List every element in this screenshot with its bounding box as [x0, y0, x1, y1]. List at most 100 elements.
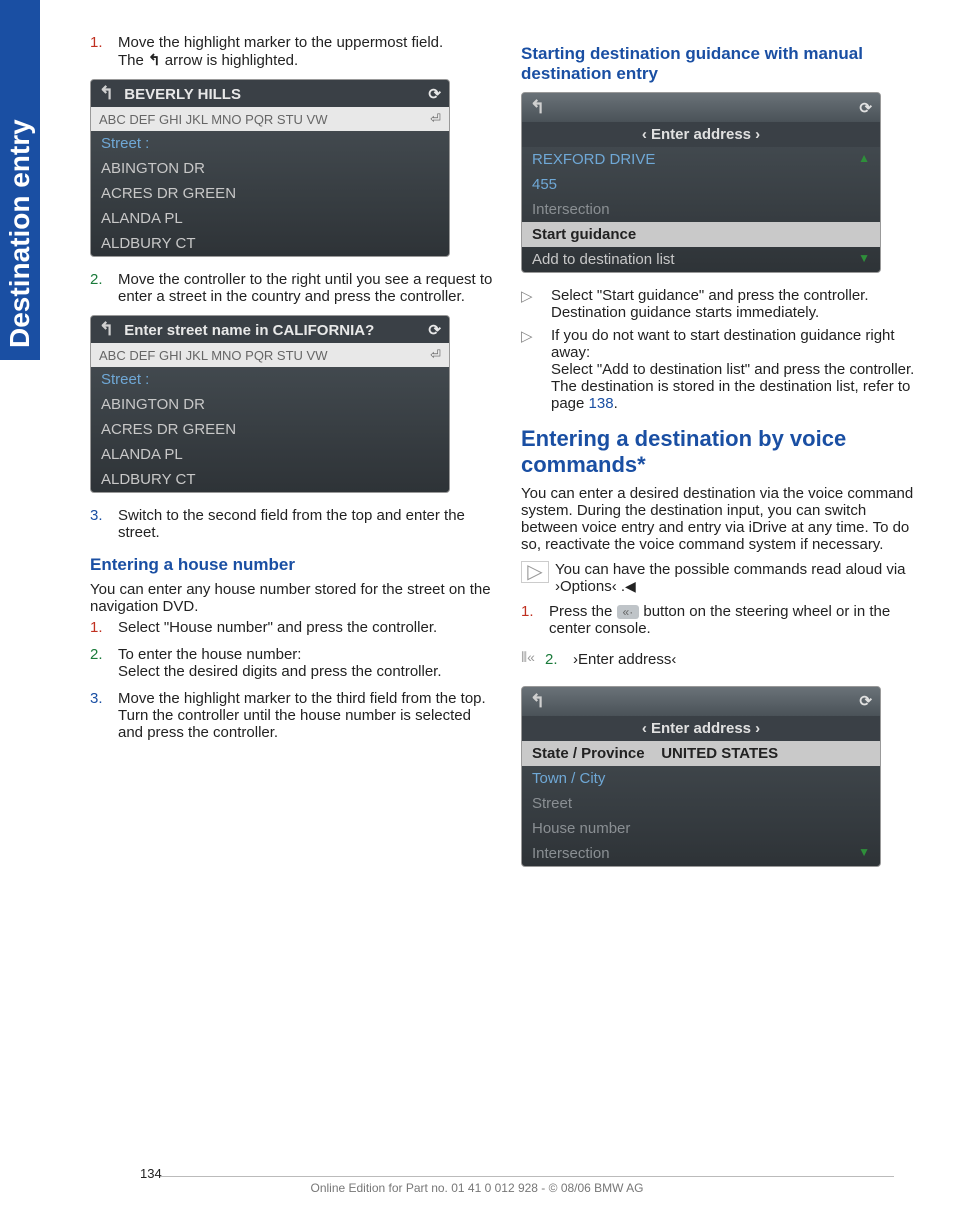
two-column-layout: 1. Move the highlight marker to the uppe…	[60, 30, 924, 881]
scroll-down-icon: ▼	[858, 845, 870, 859]
text-line: If you do not want to start destination …	[551, 327, 895, 361]
ui-screenshot-enter-street: ↰ Enter street name in CALIFORNIA? ⟳ ABC…	[90, 315, 450, 493]
house-step-2: 2. To enter the house number: Select the…	[90, 646, 493, 680]
list-item: ACRES DR GREEN	[91, 417, 449, 442]
back-arrow-icon: ↰	[99, 319, 114, 339]
list-item: ▼ Add to destination list	[522, 247, 880, 272]
title: ↰ BEVERLY HILLS	[99, 83, 241, 104]
back-arrow-icon: ↰	[148, 52, 161, 69]
voice-step-2-row: ⦀« 2. ›Enter address‹	[521, 647, 924, 678]
steps-list-3: 3. Switch to the second field from the t…	[90, 507, 493, 541]
list-item-selected: Start guidance	[522, 222, 880, 247]
title-text: BEVERLY HILLS	[124, 86, 241, 103]
bullet-2: ▷ If you do not want to start destinatio…	[521, 327, 924, 412]
text-line: Move the highlight marker to the uppermo…	[118, 34, 443, 51]
ui-screenshot-enter-address: ↰ ⟳ ‹ Enter address › State / Province U…	[521, 686, 881, 867]
screenshot-title-row: ↰ BEVERLY HILLS ⟳	[91, 80, 449, 107]
value: UNITED STATES	[661, 745, 778, 762]
page: Destination entry 1. Move the highlight …	[0, 0, 954, 1213]
voice-steps: 1. Press the «· button on the steering w…	[521, 603, 924, 637]
step-text: To enter the house number: Select the de…	[118, 646, 493, 680]
list-item: ALANDA PL	[91, 206, 449, 231]
rotate-icon: ⟳	[859, 692, 872, 710]
abc-text: ABC DEF GHI JKL MNO PQR STU VW	[99, 348, 327, 363]
tip-triangle-icon: ▷	[521, 561, 549, 583]
paragraph: You can enter any house number stored fo…	[90, 581, 493, 615]
steps-list-1: 1. Move the highlight marker to the uppe…	[90, 34, 493, 69]
list-item-selected: State / Province UNITED STATES	[522, 741, 880, 766]
scroll-up-icon: ▲	[858, 151, 870, 165]
back-arrow-icon: ↰	[530, 97, 545, 118]
list-item: 455	[522, 172, 880, 197]
step-text: Move the highlight marker to the third f…	[118, 690, 493, 741]
street-label: Street :	[91, 131, 449, 156]
voice-step-2-list: 2. ›Enter address‹	[545, 647, 676, 678]
text: You can have the possible commands read …	[555, 561, 906, 595]
text-line: Destination guidance starts immediately.	[551, 304, 819, 321]
screenshot-topbar: ↰ ⟳	[522, 93, 880, 122]
steps-list-2: 2. Move the controller to the right unti…	[90, 271, 493, 305]
page-link[interactable]: 138	[589, 395, 614, 412]
list-item: ABINGTON DR	[91, 392, 449, 417]
house-step-1: 1. Select "House number" and press the c…	[90, 619, 493, 636]
page-footer: 134 Online Edition for Part no. 01 41 0 …	[0, 1176, 954, 1195]
footer-divider	[160, 1176, 894, 1177]
tab-header: ‹ Enter address ›	[522, 716, 880, 741]
list-item: ▼ Intersection	[522, 841, 880, 866]
step-text: Move the highlight marker to the uppermo…	[118, 34, 493, 69]
list-item: ALANDA PL	[91, 442, 449, 467]
abc-text: ABC DEF GHI JKL MNO PQR STU VW	[99, 112, 327, 127]
title: ↰ Enter street name in CALIFORNIA?	[99, 319, 374, 340]
tip-text: You can have the possible commands read …	[555, 561, 924, 595]
step-number: 2.	[545, 651, 573, 668]
step-1: 1. Move the highlight marker to the uppe…	[90, 34, 493, 69]
house-steps: 1. Select "House number" and press the c…	[90, 619, 493, 741]
step-number: 2.	[90, 271, 118, 305]
enter-icon: ⏎	[430, 111, 441, 127]
house-step-3: 3. Move the highlight marker to the thir…	[90, 690, 493, 741]
text: Add to destination list	[532, 251, 675, 268]
rotate-icon: ⟳	[428, 85, 441, 103]
text: Intersection	[532, 845, 610, 862]
text-line: The	[118, 52, 148, 69]
list-item: House number	[522, 816, 880, 841]
text-line: Select "Start guidance" and press the co…	[551, 287, 869, 304]
voice-step-2: 2. ›Enter address‹	[545, 651, 676, 668]
triangle-icon: ▷	[521, 327, 543, 412]
list-item: ALDBURY CT	[91, 467, 449, 492]
step-number: 1.	[90, 619, 118, 636]
scroll-down-icon: ▼	[858, 251, 870, 265]
street-label: Street :	[91, 367, 449, 392]
subheading-start-guidance: Starting destination guidance with manua…	[521, 44, 924, 84]
subheading-house-number: Entering a house number	[90, 555, 493, 575]
rotate-icon: ⟳	[428, 321, 441, 339]
step-text: Select "House number" and press the cont…	[118, 619, 493, 636]
list-item: ACRES DR GREEN	[91, 181, 449, 206]
right-column: Starting destination guidance with manua…	[521, 30, 924, 881]
step-text: Press the «· button on the steering whee…	[549, 603, 924, 637]
voice-step-1: 1. Press the «· button on the steering w…	[521, 603, 924, 637]
list-item: ▲ REXFORD DRIVE	[522, 147, 880, 172]
back-arrow-icon: ↰	[530, 691, 545, 712]
list-item: ABINGTON DR	[91, 156, 449, 181]
step-3: 3. Switch to the second field from the t…	[90, 507, 493, 541]
end-marker-icon: ◀	[625, 578, 636, 594]
ui-screenshot-beverly-hills: ↰ BEVERLY HILLS ⟳ ABC DEF GHI JKL MNO PQ…	[90, 79, 450, 257]
list-item: Street	[522, 791, 880, 816]
screenshot-topbar: ↰ ⟳	[522, 687, 880, 716]
text: REXFORD DRIVE	[532, 151, 655, 168]
bullet-1: ▷ Select "Start guidance" and press the …	[521, 287, 924, 321]
step-text: Switch to the second field from the top …	[118, 507, 493, 541]
list-item: ALDBURY CT	[91, 231, 449, 256]
paragraph: You can enter a desired destination via …	[521, 485, 924, 553]
step-2: 2. Move the controller to the right unti…	[90, 271, 493, 305]
page-number: 134	[140, 1166, 162, 1181]
screenshot-title-row: ↰ Enter street name in CALIFORNIA? ⟳	[91, 316, 449, 343]
tab-label: ‹ Enter address ›	[642, 720, 760, 737]
triangle-icon: ▷	[521, 287, 543, 321]
text-line: Select "Add to destination list" and pre…	[551, 361, 914, 378]
footer-text: Online Edition for Part no. 01 41 0 012 …	[310, 1181, 643, 1195]
triangle-bullets: ▷ Select "Start guidance" and press the …	[521, 287, 924, 412]
keyboard-row: ABC DEF GHI JKL MNO PQR STU VW ⏎	[91, 343, 449, 367]
tip-box: ▷ You can have the possible commands rea…	[521, 561, 924, 595]
